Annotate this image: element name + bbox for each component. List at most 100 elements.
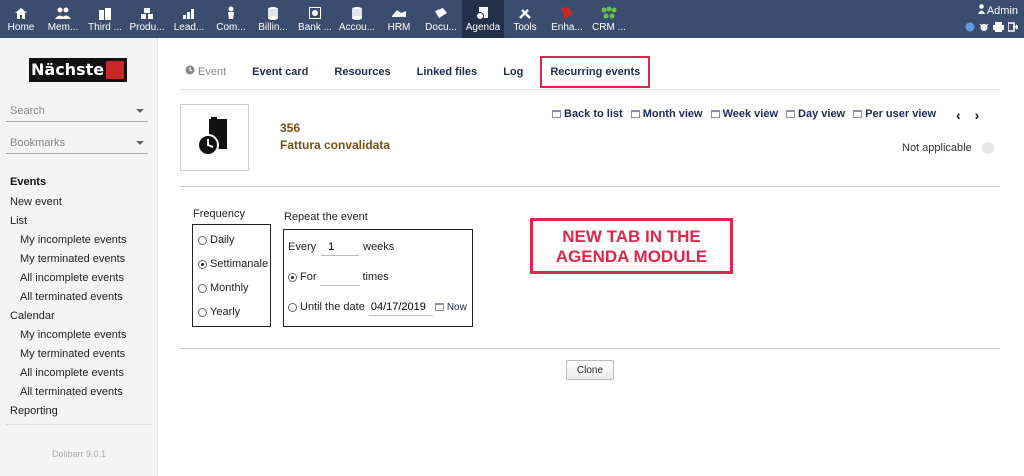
menu-enhance[interactable]: Enha... [546,0,588,38]
search-select[interactable]: Search [6,100,148,122]
repeat-every-row: Every weeks [288,238,394,256]
accounting-icon [351,5,363,21]
sidebar-item-new-event[interactable]: New event [0,193,158,212]
logout-icon[interactable] [1007,22,1020,35]
home-icon [14,5,28,21]
commercial-icon [226,5,236,21]
radio-daily[interactable] [198,235,207,245]
clock-icon [185,56,195,88]
bookmarks-select[interactable]: Bookmarks [6,132,148,154]
menu-members[interactable]: Mem... [42,0,84,38]
menu-tools[interactable]: Tools [504,0,546,38]
view-links: Back to list Month view Week view Day vi… [552,108,936,120]
repeat-until-row: Until the date Now [288,298,467,316]
menu-leads[interactable]: Lead... [168,0,210,38]
tab-event[interactable]: Event [180,56,239,88]
sidebar-item-list-all-incomplete[interactable]: All incomplete events [0,269,158,288]
tools-icon [518,5,532,21]
menu-home[interactable]: Home [0,0,42,38]
tab-log[interactable]: Log [490,56,536,88]
menu-accounting[interactable]: Accou... [336,0,378,38]
crm-icon [600,5,618,21]
bank-icon [309,5,321,21]
until-date-input[interactable] [368,298,433,316]
frequency-yearly[interactable]: Yearly [198,306,240,318]
repeat-for-row: For times [288,268,389,286]
sidebar-item-cal-all-incomplete[interactable]: All incomplete events [0,364,158,383]
section-divider [180,186,1000,187]
calendar-user-icon [853,110,863,118]
chevron-right-icon[interactable]: › [975,107,980,123]
menu-bank[interactable]: Bank ... [294,0,336,38]
sidebar-item-list-my-incomplete[interactable]: My incomplete events [0,231,158,250]
menu-third-parties[interactable]: Third ... [84,0,126,38]
menu-crm[interactable]: CRM ... [588,0,630,38]
tab-linked-files[interactable]: Linked files [404,56,491,88]
sidebar-item-reporting[interactable]: Reporting [0,402,158,421]
sidebar-item-list-all-terminated[interactable]: All terminated events [0,288,158,307]
status-area: Not applicable [902,142,994,154]
main-content: Event Event card Resources Linked files … [158,38,1024,476]
help-icon[interactable] [965,22,975,35]
clone-button[interactable]: Clone [566,360,614,380]
chevron-left-icon[interactable]: ‹ [956,107,961,123]
products-icon [140,5,154,21]
left-sidebar: Nächste Search Bookmarks Events New even… [0,38,158,476]
print-icon[interactable] [993,22,1004,35]
per-user-view-link[interactable]: Per user view [853,108,936,120]
radio-monthly[interactable] [198,283,207,293]
event-ref: 356 [280,121,301,135]
radio-for[interactable] [288,272,297,282]
sidebar-item-cal-all-terminated[interactable]: All terminated events [0,383,158,402]
calendar-week-icon [710,110,720,118]
status-dot-icon [981,142,994,154]
month-view-link[interactable]: Month view [630,108,703,120]
logo-mark-icon [106,61,124,79]
menu-products[interactable]: Produ... [126,0,168,38]
sidebar-item-list-my-terminated[interactable]: My terminated events [0,250,158,269]
sidebar-heading-events[interactable]: Events [0,171,158,193]
frequency-monthly[interactable]: Monthly [198,282,249,294]
bug-icon[interactable] [979,22,989,35]
every-input[interactable] [321,238,360,256]
menu-commercial[interactable]: Com... [210,0,252,38]
radio-yearly[interactable] [198,307,207,317]
form-divider [180,348,1000,349]
tab-bar: Event Event card Resources Linked files … [180,56,651,88]
repeat-box: Every weeks For times Until the date Now [283,229,473,327]
documents-icon [434,5,448,21]
sidebar-item-calendar[interactable]: Calendar [0,307,158,326]
pager: ‹ › [956,107,979,123]
top-icons [965,22,1020,35]
sidebar-item-list[interactable]: List [0,212,158,231]
tab-event-card[interactable]: Event card [239,56,321,88]
for-times-input[interactable] [319,268,360,286]
menu-agenda[interactable]: Agenda [462,0,504,38]
sidebar-item-cal-my-incomplete[interactable]: My incomplete events [0,326,158,345]
day-view-link[interactable]: Day view [786,108,845,120]
company-icon [98,5,112,21]
radio-weekly[interactable] [198,259,207,269]
hrm-icon [391,5,407,21]
radio-until[interactable] [288,302,297,312]
list-icon [552,110,561,118]
week-view-link[interactable]: Week view [710,108,778,120]
tab-recurring-events[interactable]: Recurring events [540,56,651,88]
menu-billing[interactable]: Billin... [252,0,294,38]
company-logo[interactable]: Nächste [29,58,127,82]
frequency-daily[interactable]: Daily [198,234,234,246]
frequency-weekly[interactable]: Settimanale [198,258,268,270]
user-menu[interactable]: Admin [977,4,1018,17]
back-to-list-link[interactable]: Back to list [552,108,623,120]
tab-resources[interactable]: Resources [321,56,403,88]
sidebar-menu: Events New event List My incomplete even… [0,171,158,421]
now-link[interactable]: Now [434,302,467,313]
annotation-callout: NEW TAB IN THE AGENDA MODULE [530,218,733,274]
version-text: Dolibarr 9.0.1 [51,449,107,459]
menu-documents[interactable]: Docu... [420,0,462,38]
sidebar-item-cal-my-terminated[interactable]: My terminated events [0,345,158,364]
agenda-icon [476,5,490,21]
menu-hrm[interactable]: HRM [378,0,420,38]
frequency-box: Daily Settimanale Monthly Yearly [192,224,271,327]
frequency-label: Frequency [193,208,245,220]
